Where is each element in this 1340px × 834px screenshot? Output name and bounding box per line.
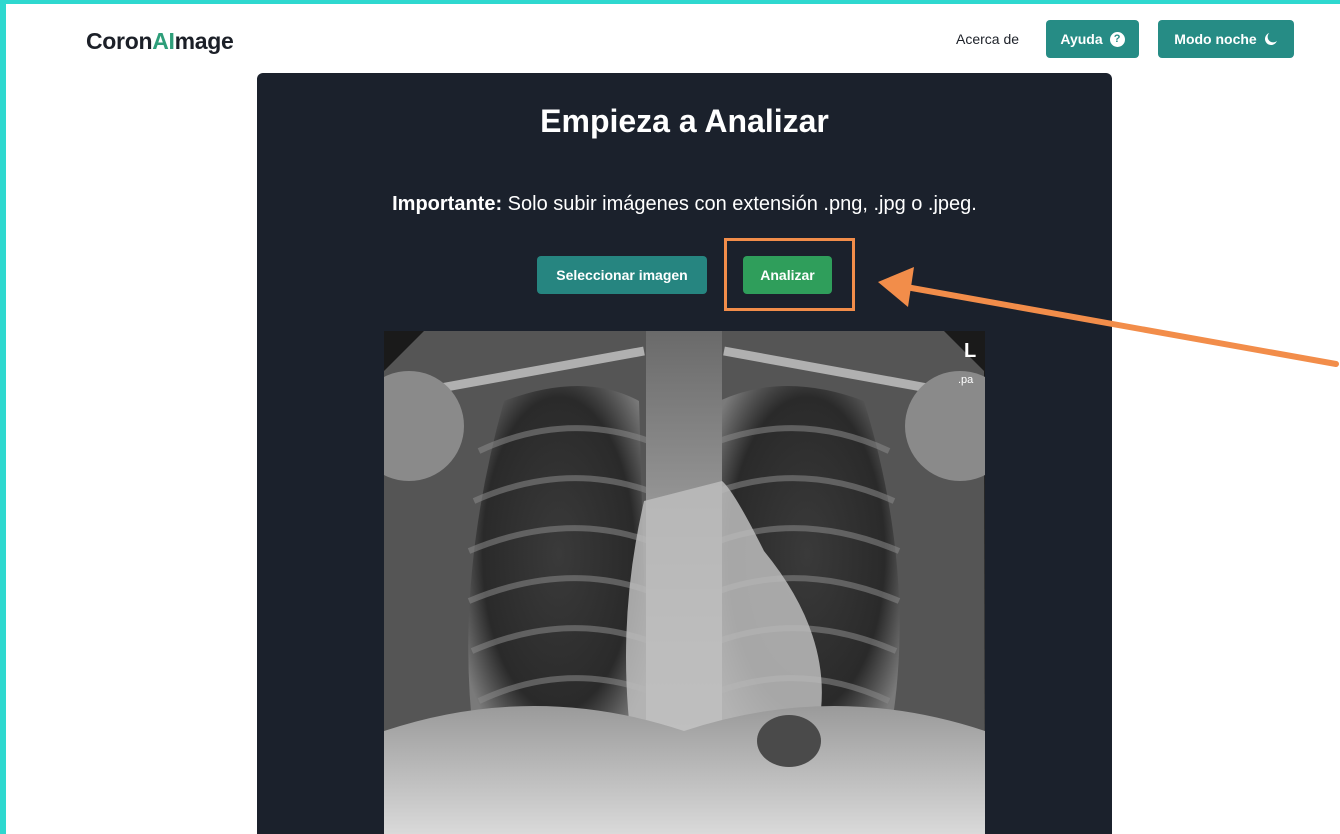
select-image-button[interactable]: Seleccionar imagen (537, 256, 707, 294)
question-circle-icon: ? (1109, 31, 1125, 47)
xray-marker-sub: .pa (958, 374, 974, 386)
analysis-card: Empieza a Analizar Importante: Solo subi… (257, 73, 1112, 834)
notice-text: Solo subir imágenes con extensión .png, … (507, 193, 977, 215)
logo-text-pre: Coron (86, 28, 153, 54)
night-mode-button-label: Modo noche (1174, 31, 1257, 47)
analyze-highlight-box (724, 238, 855, 311)
logo-text-post: mage (174, 28, 234, 54)
night-mode-button[interactable]: Modo noche (1158, 20, 1294, 58)
upload-notice: Importante: Solo subir imágenes con exte… (257, 193, 1112, 216)
help-button-label: Ayuda (1060, 31, 1103, 47)
help-button[interactable]: Ayuda ? (1046, 20, 1139, 58)
page-title: Empieza a Analizar (540, 103, 829, 139)
chest-xray-image: L .pa (384, 331, 985, 834)
logo-text-ai: AI (152, 28, 175, 54)
top-navbar: CoronAImage Acerca de Ayuda ? Modo noche (6, 4, 1340, 72)
brand-logo[interactable]: CoronAImage (86, 28, 234, 55)
moon-icon (1264, 33, 1277, 46)
nav-link-about[interactable]: Acerca de (956, 31, 1019, 47)
annotation-arrow (878, 267, 1339, 367)
page: CoronAImage Acerca de Ayuda ? Modo noche… (6, 4, 1340, 834)
notice-label: Importante: (392, 193, 503, 215)
